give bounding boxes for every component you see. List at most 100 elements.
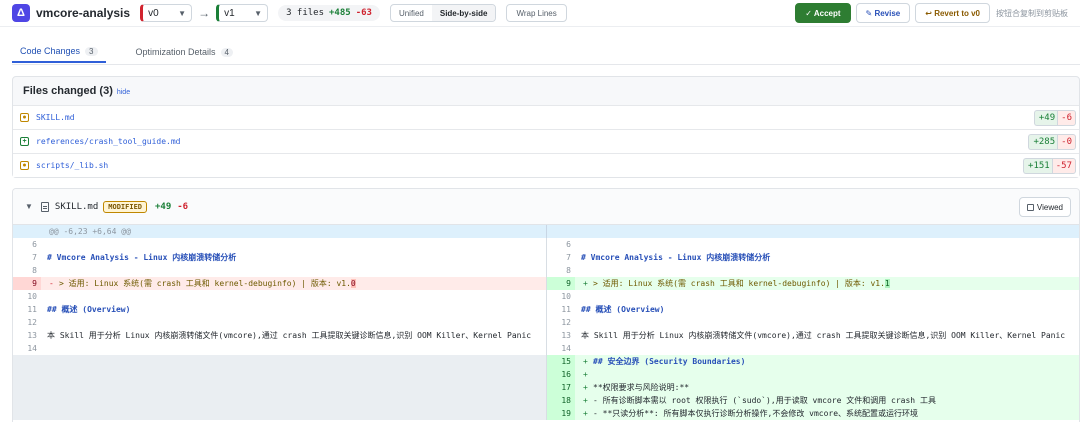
left-line-number: 9 [13,277,41,290]
clipboard-hint: 按钮合复制到剪贴板 [996,8,1068,18]
left-line: 11 ## 概述 (Overview) [13,303,547,316]
left-line-number: 13 [27,331,37,340]
view-unified-button[interactable]: Unified [391,5,432,21]
right-line-number: 8 [566,266,571,275]
file-row-lib-sh[interactable]: ● scripts/_lib.sh +151 -57 [13,153,1079,177]
file-name[interactable]: scripts/_lib.sh [36,161,108,170]
app-title: vmcore-analysis [36,6,131,20]
code-text: 本 Skill 用于分析 Linux 内核崩溃转储文件(vmcore),通过 c… [581,331,1066,340]
hunk-header: @@ -6,23 +6,64 @@ [13,225,1079,238]
files-changed-header: Files changed (3) hide [13,77,1079,105]
diff-row: 19 + - **只读分析**: 所有脚本仅执行诊断分析操作,不会修改 vmcore… [13,407,1079,420]
hide-files-link[interactable]: hide [117,89,130,96]
right-line-number: 10 [561,292,571,301]
right-line-number: 12 [561,318,571,327]
chevron-down-icon: ▼ [254,8,263,18]
revise-button[interactable]: ✎ Revise [855,3,911,23]
right-line: 17 + **权限要求与风险说明:** [547,381,1079,394]
code-text: # Vmcore Analysis - Linux 内核崩溃转储分析 [581,253,771,262]
left-line [13,368,547,381]
viewed-checkbox[interactable]: Viewed [1018,197,1071,217]
left-line: 12 [13,316,547,329]
diff-row: 12 12 [13,316,1079,329]
tab-code-changes[interactable]: Code Changes 3 [12,41,106,63]
to-version-select[interactable]: v1 ▼ [216,4,269,22]
code-text: **权限要求与风险说明:** [593,383,690,392]
left-line-number: 12 [27,318,37,327]
hunk-divider [546,225,547,238]
diff-row: 11 ## 概述 (Overview) 11 ## 概述 (Overview) [13,303,1079,316]
left-line: 8 [13,264,547,277]
left-line-number: 14 [27,344,37,353]
right-line: 16 + [547,368,1079,381]
left-line [13,355,547,368]
right-line-number: 7 [566,253,571,262]
tab-divider [12,64,1080,65]
left-line-number: 10 [27,292,37,301]
diff-file-name: SKILL.md [54,201,99,212]
left-line [13,394,547,407]
diff-row: 7 # Vmcore Analysis - Linux 内核崩溃转储分析 7 # Vm… [13,251,1079,264]
code-text: > 适用: Linux 系统(需 crash 工具和 kernel-debugi… [593,279,890,288]
left-line [13,381,547,394]
added-file-icon: + [20,137,29,146]
top-bar: Δ vmcore-analysis v0 ▼ → v1 ▼ 3 files +4… [0,0,1080,27]
code-text: 本 Skill 用于分析 Linux 内核崩溃转储文件(vmcore),通过 c… [47,331,532,340]
right-line: 19 + - **只读分析**: 所有脚本仅执行诊断分析操作,不会修改 vmcore… [547,407,1079,420]
diff-row: 17 + **权限要求与风险说明:** [13,381,1079,394]
diff-row: 18 + - 所有诊断脚本需以 root 权限执行 (`sudo`),用于读取 vm… [13,394,1079,407]
code-text: ## 概述 (Overview) [47,305,131,314]
left-line-number: 11 [27,305,37,314]
view-side-by-side-button[interactable]: Side-by-side [431,5,496,21]
code-text: > 适用: Linux 系统(需 crash 工具和 kernel-debugi… [59,279,356,288]
diff-row: 10 10 [13,290,1079,303]
left-line: 10 [13,290,547,303]
code-text: ## 概述 (Overview) [581,305,665,314]
code-text: - **只读分析**: 所有脚本仅执行诊断分析操作,不会修改 vmcore、系统… [593,409,919,418]
right-line-number: 18 [547,394,575,407]
right-line: 6 [547,238,1079,251]
files-count: 3 files [286,8,324,18]
addition-marker: + [583,370,588,379]
changed-char: 1 [884,279,890,288]
tab-label: Optimization Details [135,47,216,57]
right-line: 10 [547,290,1079,303]
diff-row: 14 14 [13,342,1079,355]
right-line-number: 14 [561,344,571,353]
right-line-number: 15 [547,355,575,368]
left-line: 6 [13,238,547,251]
right-line-number: 16 [547,368,575,381]
view-mode-toggle: Unified Side-by-side [389,4,497,22]
wrap-lines-button[interactable]: Wrap Lines [506,4,567,22]
right-line-number: 6 [566,240,571,249]
right-line: 9 + > 适用: Linux 系统(需 crash 工具和 kernel-debu… [547,277,1079,290]
right-line: 8 [547,264,1079,277]
tab-count: 4 [220,47,233,57]
tab-bar: Code Changes 3 Optimization Details 4 [12,41,241,63]
left-line: 13 本 Skill 用于分析 Linux 内核崩溃转储文件(vmcore),通过… [13,329,547,342]
right-line: 14 [547,342,1079,355]
file-change-counts: +151 -57 [1023,158,1076,174]
document-icon [40,201,49,212]
modified-badge: MODIFIED [103,200,147,213]
diff-stats: 3 files +485 -63 [278,5,380,21]
accept-button[interactable]: ✓ Accept [795,3,851,23]
diff-row: 9- > 适用: Linux 系统(需 crash 工具和 kernel-debu… [13,277,1079,290]
diff-row: 15 + ## 安全边界 (Security Boundaries) [13,355,1079,368]
deletion-marker: - [49,279,54,288]
left-line [13,407,547,420]
file-row-crash-tool-guide[interactable]: + references/crash_tool_guide.md +285 -0 [13,129,1079,153]
file-additions: +151 [1023,158,1052,174]
diff-deletions: -6 [177,201,189,212]
file-row-skill-md[interactable]: ● SKILL.md +49 -6 [13,105,1079,129]
collapse-chevron-icon[interactable]: ▼ [25,202,33,211]
left-line: 7 # Vmcore Analysis - Linux 内核崩溃转储分析 [13,251,547,264]
from-version-select[interactable]: v0 ▼ [140,4,193,22]
diff-row: 13 本 Skill 用于分析 Linux 内核崩溃转储文件(vmcore),通过… [13,329,1079,342]
tab-optimization-details[interactable]: Optimization Details 4 [128,41,241,63]
files-changed-panel: Files changed (3) hide ● SKILL.md +49 -6… [12,76,1080,178]
file-name[interactable]: references/crash_tool_guide.md [36,137,181,146]
file-name[interactable]: SKILL.md [36,113,75,122]
left-line: 9- > 适用: Linux 系统(需 crash 工具和 kernel-debu… [13,277,547,290]
revert-button[interactable]: ↩ Revert to v0 [915,3,990,23]
